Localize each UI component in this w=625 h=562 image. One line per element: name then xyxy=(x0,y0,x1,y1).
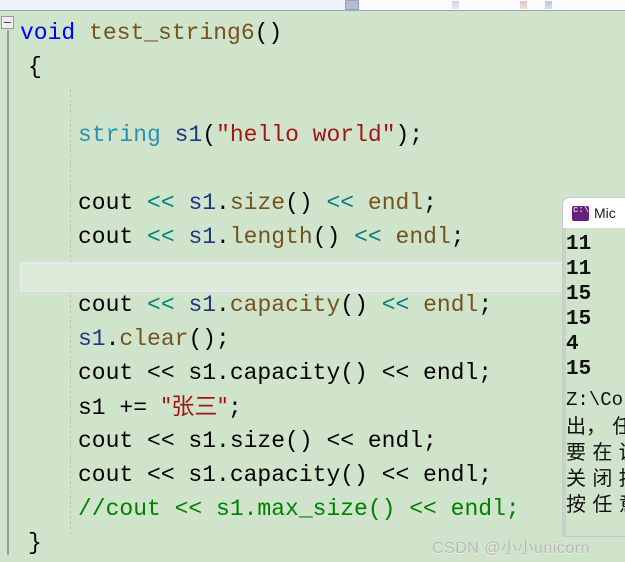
code-token: cout xyxy=(78,190,148,216)
code-token: //cout << s1.max_size() << endl; xyxy=(78,496,520,522)
code-token: "hello world" xyxy=(216,122,396,148)
debug-console-output[interactable]: 11111515415Z:\Co出， 任要 在 调关 闭 按按 任 意 xyxy=(563,228,625,517)
console-message-line: 出， 任 xyxy=(566,414,625,438)
console-output-line: 11 xyxy=(566,233,592,256)
debug-console-window[interactable]: Mic 11111515415Z:\Co出， 任要 在 调关 闭 按按 任 意 xyxy=(562,197,625,537)
code-token: << xyxy=(381,292,410,318)
code-token: . xyxy=(216,190,230,216)
code-token: ( xyxy=(202,122,217,148)
code-token: } xyxy=(28,530,42,556)
console-output-line: 15 xyxy=(566,283,592,306)
code-token: s1 += xyxy=(78,395,161,421)
code-text-layer[interactable]: void test_string6(){string s1("hello wor… xyxy=(0,11,625,562)
console-output-line: 15 xyxy=(566,358,592,381)
code-token: s1 xyxy=(78,326,106,352)
code-line[interactable]: string s1("hello world"); xyxy=(0,118,423,152)
code-line[interactable]: cout << s1.size() << endl; xyxy=(0,424,437,458)
code-line[interactable] xyxy=(0,152,78,186)
code-token: cout xyxy=(78,292,148,318)
code-token: () xyxy=(285,190,327,216)
code-line[interactable]: cout << s1.capacity() << endl; xyxy=(0,458,492,492)
code-line[interactable]: s1 += "张三"; xyxy=(0,390,242,424)
toolbar-strip xyxy=(0,0,625,11)
code-token: s1 xyxy=(174,122,203,148)
code-token: s1 xyxy=(188,292,217,318)
debug-console-titlebar[interactable]: Mic xyxy=(563,198,625,228)
code-token: clear xyxy=(119,326,189,352)
console-output-line: 4 xyxy=(566,333,579,356)
code-token: . xyxy=(216,224,230,250)
code-token: << xyxy=(326,190,355,216)
code-line[interactable] xyxy=(0,254,78,288)
code-token: ); xyxy=(395,122,424,148)
code-token: << xyxy=(354,224,382,250)
code-token: ; xyxy=(450,224,465,250)
toolbar-strip-right xyxy=(360,0,625,10)
console-message-line: 关 闭 按 xyxy=(566,466,625,490)
code-token: endl xyxy=(367,190,424,216)
code-token: endl xyxy=(423,292,479,318)
command-prompt-icon xyxy=(572,205,589,221)
code-token: () xyxy=(254,20,283,46)
console-message-line: 按 任 意 xyxy=(566,492,625,516)
code-token: cout xyxy=(78,224,148,250)
code-line[interactable]: { xyxy=(0,50,42,84)
code-token: << xyxy=(147,292,175,318)
code-line[interactable]: s1.clear(); xyxy=(0,322,230,356)
toolbar-icon-1[interactable] xyxy=(452,1,459,9)
code-token: test_string6 xyxy=(89,20,255,46)
code-line[interactable]: cout << s1.capacity() << endl; xyxy=(0,356,492,390)
code-token: length xyxy=(229,224,313,250)
code-token: (); xyxy=(188,326,230,352)
code-line[interactable]: } xyxy=(0,526,42,560)
toolbar-strip-left xyxy=(0,0,344,10)
toolbar-icon-3[interactable] xyxy=(545,1,552,9)
code-token: { xyxy=(28,54,42,80)
code-token: size xyxy=(229,190,286,216)
code-token: s1 xyxy=(188,190,217,216)
code-editor-surface[interactable]: void test_string6(){string s1("hello wor… xyxy=(0,11,625,562)
code-line[interactable]: void test_string6() xyxy=(0,16,282,50)
code-token: cout << s1.capacity() << endl; xyxy=(78,462,493,488)
code-token: . xyxy=(105,326,120,352)
code-token: << xyxy=(147,190,175,216)
code-token: void xyxy=(20,20,76,46)
code-token: endl xyxy=(395,224,451,250)
code-line[interactable]: cout << s1.capacity() << endl; xyxy=(0,288,492,322)
code-token: string xyxy=(78,122,161,148)
code-token: cout << s1.capacity() << endl; xyxy=(78,360,493,386)
code-token: capacity xyxy=(229,292,341,318)
code-token: () xyxy=(312,224,355,250)
code-token: ; xyxy=(423,190,437,216)
horizontal-scrollbar-thumb[interactable] xyxy=(345,0,359,10)
console-path-line: Z:\Co xyxy=(566,389,624,411)
code-token: ; xyxy=(228,395,242,421)
console-output-line: 11 xyxy=(566,258,592,281)
code-line[interactable]: //cout << s1.max_size() << endl; xyxy=(0,492,520,526)
code-token: cout << s1.size() << endl; xyxy=(78,428,437,454)
code-line[interactable]: cout << s1.length() << endl; xyxy=(0,220,465,254)
code-line[interactable]: cout << s1.size() << endl; xyxy=(0,186,437,220)
code-token: () xyxy=(340,292,382,318)
console-message-line: 要 在 调 xyxy=(566,440,625,464)
code-token: "张三" xyxy=(160,394,228,420)
code-token: << xyxy=(147,224,175,250)
code-line[interactable] xyxy=(0,84,28,118)
visual-studio-editor-window: void test_string6(){string s1("hello wor… xyxy=(0,0,625,562)
code-token: . xyxy=(216,292,230,318)
csdn-watermark: CSDN @小小unicorn xyxy=(432,540,591,557)
console-output-line: 15 xyxy=(566,308,592,331)
toolbar-icon-2[interactable] xyxy=(520,1,527,9)
code-token: ; xyxy=(478,292,493,318)
debug-console-title: Mic xyxy=(594,205,616,221)
code-token: s1 xyxy=(188,224,217,250)
